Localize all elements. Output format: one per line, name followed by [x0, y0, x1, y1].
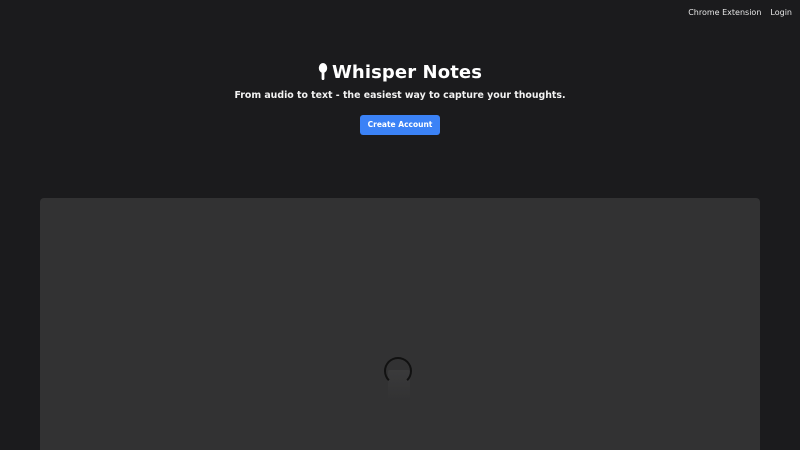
create-account-button[interactable]: Create Account: [359, 115, 441, 135]
loading-spinner-icon: [384, 357, 412, 385]
title-row: Whisper Notes: [0, 60, 800, 84]
page: Chrome Extension Login Whisper Notes Fro…: [0, 0, 800, 450]
chrome-extension-link[interactable]: Chrome Extension: [688, 8, 761, 17]
tagline: From audio to text - the easiest way to …: [234, 90, 566, 101]
preview-panel: [40, 198, 760, 450]
top-nav: Chrome Extension Login: [688, 8, 792, 17]
hero: Whisper Notes From audio to text - the e…: [0, 60, 800, 135]
microphone-icon: [318, 63, 328, 81]
app-title: Whisper Notes: [331, 61, 483, 83]
login-link[interactable]: Login: [770, 8, 792, 17]
